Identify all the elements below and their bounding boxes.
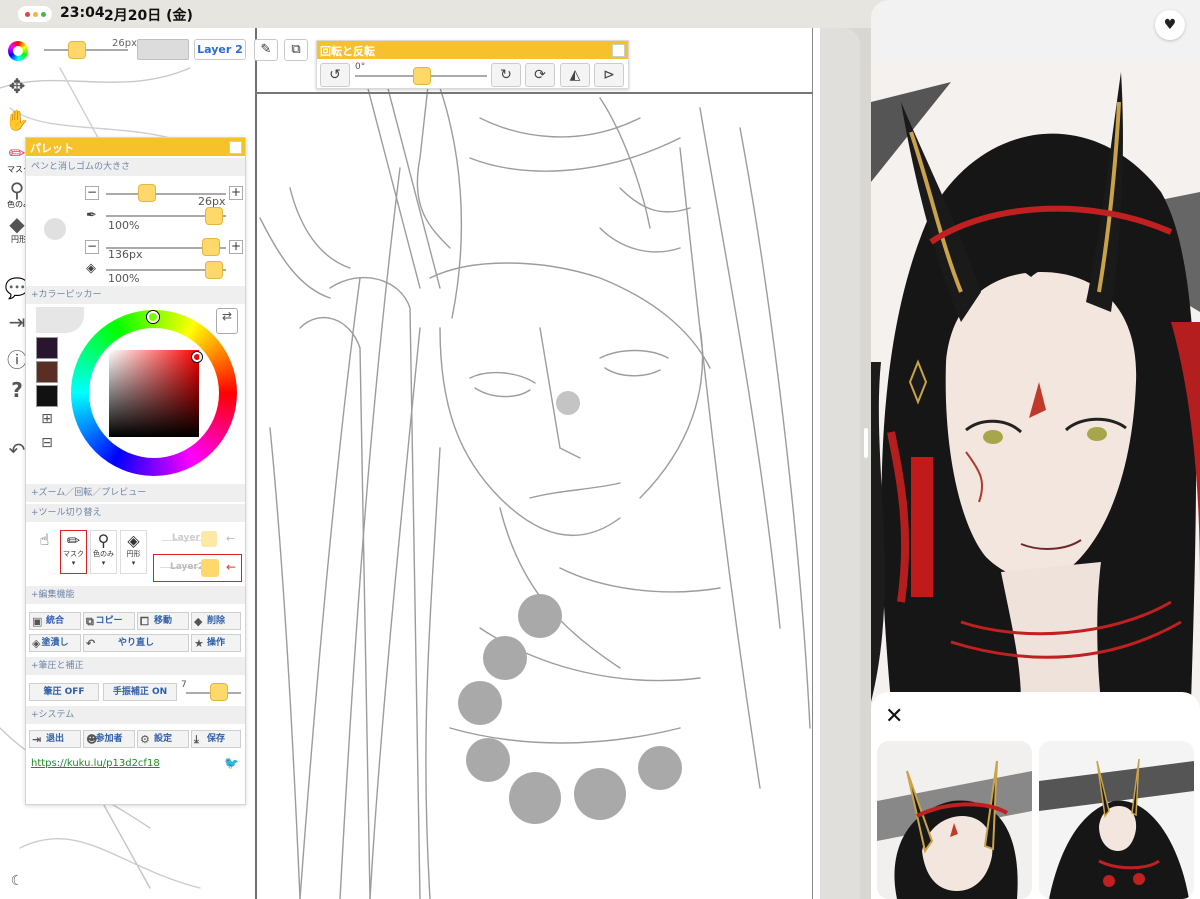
section-pen-eraser-size[interactable]: ペンと消しゴムの大きさ	[26, 158, 245, 176]
eraser-size-knob[interactable]	[202, 238, 220, 256]
pen-icon: ✒	[86, 208, 97, 223]
current-color-swatch[interactable]	[137, 39, 189, 60]
magic-wand-icon[interactable]: ✎	[254, 39, 278, 61]
move-button[interactable]: ⧠ 移動	[137, 612, 189, 630]
canvas-guide-line	[812, 28, 813, 899]
layer-button[interactable]: Layer 2	[194, 39, 246, 60]
hue-picker-handle[interactable]	[147, 311, 159, 323]
crop-icon[interactable]: ⧉	[284, 39, 308, 61]
add-swatch-icon[interactable]: ⊞	[36, 411, 58, 433]
save-button[interactable]: ⤓ 保存	[191, 730, 241, 748]
merge-button[interactable]: ▣ 統合	[29, 612, 81, 630]
participants-button[interactable]: ☻ 参加者	[83, 730, 135, 748]
section-pressure[interactable]: +筆圧と補正	[26, 657, 245, 675]
stabilizer-value: 7	[181, 680, 187, 690]
eraser-icon: ◈	[86, 261, 96, 276]
pen-opacity-value: 100%	[108, 219, 140, 232]
rotation-slider-knob[interactable]	[413, 67, 431, 85]
section-edit[interactable]: +編集機能	[26, 586, 245, 604]
eraser-size-plus-button[interactable]: +	[229, 240, 243, 254]
section-color-picker[interactable]: +カラーピッカー	[26, 286, 245, 304]
flip-vertical-icon[interactable]: ⊳	[594, 63, 624, 87]
layer2-arrow-icon[interactable]: ←	[226, 560, 236, 574]
stabilizer-toggle-button[interactable]: 手振補正 ON	[103, 683, 177, 701]
section-tool-switch[interactable]: +ツール切り替え	[26, 504, 245, 522]
related-image-1[interactable]	[877, 741, 1032, 899]
brush-size-slider-knob[interactable]	[68, 41, 86, 59]
multitask-menu-icon[interactable]	[18, 6, 52, 22]
delete-button[interactable]: ◆ 削除	[191, 612, 241, 630]
eraser-size-minus-button[interactable]: −	[85, 240, 99, 254]
panel-close-button[interactable]	[229, 141, 242, 154]
palette-title: パレット	[30, 142, 74, 155]
layer1-slot[interactable]: Layer1 ←	[156, 531, 242, 549]
canvas-guide-line	[255, 92, 813, 94]
twitter-icon[interactable]: 🐦	[224, 756, 239, 770]
redo-button[interactable]: ↶ やり直し	[83, 634, 189, 652]
pressure-toggle-button[interactable]: 筆圧 OFF	[29, 683, 99, 701]
brush-preview	[44, 218, 66, 240]
layer2-label: Layer2	[170, 562, 205, 572]
canvas-margin	[820, 28, 860, 899]
related-images-sheet: ✕	[871, 692, 1200, 899]
settings-button[interactable]: ⚙ 設定	[137, 730, 189, 748]
pen-size-minus-button[interactable]: −	[85, 186, 99, 200]
rotate-cw-icon[interactable]: ↻	[491, 63, 521, 87]
status-time: 23:04	[60, 5, 105, 21]
brush-size-slider[interactable]	[44, 49, 128, 51]
eraser-opacity-value: 100%	[108, 272, 140, 285]
layer1-knob[interactable]	[201, 531, 217, 547]
close-icon[interactable]: ✕	[885, 704, 903, 729]
moon-icon[interactable]: ☾	[4, 873, 30, 889]
canvas-guide-line	[255, 28, 257, 899]
operate-button[interactable]: ★ 操作	[191, 634, 241, 652]
swap-color-icon[interactable]: ⇄	[216, 308, 238, 334]
color-swatch-2[interactable]	[36, 361, 58, 383]
eraser-size-value: 136px	[108, 248, 143, 261]
eraser-tool-button[interactable]: ◈ 円形 ▾	[120, 530, 147, 574]
rotate-flip-panel: 回転と反転 ↺ 0° ↻ ⟳ ◭ ⊳	[316, 40, 629, 89]
hand-icon[interactable]: ✋	[4, 108, 30, 132]
pen-opacity-knob[interactable]	[205, 207, 223, 225]
chat-bubble-icon[interactable]: ♥	[1155, 10, 1185, 40]
color-wheel-icon[interactable]	[8, 41, 28, 61]
exit-button[interactable]: ⇥ 退出	[29, 730, 81, 748]
saturation-value-square[interactable]	[109, 350, 199, 437]
panel-title: 回転と反転	[320, 45, 375, 58]
fill-button[interactable]: ◈ 塗潰し	[29, 634, 81, 652]
stabilizer-knob[interactable]	[210, 683, 228, 701]
section-system[interactable]: +システム	[26, 706, 245, 724]
character-illustration[interactable]	[871, 62, 1200, 702]
layer1-arrow-icon[interactable]: ←	[226, 532, 235, 545]
layer2-slot[interactable]: Layer2 ←	[153, 554, 242, 582]
pen-tool-button[interactable]: ✏ マスク ▾	[60, 530, 87, 574]
current-color-preview	[36, 307, 84, 333]
section-zoom-rotate[interactable]: +ズーム／回転／プレビュー	[26, 484, 245, 502]
rotate-reset-icon[interactable]: ↺	[320, 63, 350, 87]
layer2-knob[interactable]	[201, 559, 219, 577]
eraser-opacity-knob[interactable]	[205, 261, 223, 279]
rotation-angle: 0°	[355, 62, 366, 72]
room-link[interactable]: https://kuku.lu/p13d2cf18	[31, 758, 160, 769]
brush-size-value: 26px	[112, 38, 137, 49]
image-viewer-pane: ✕	[871, 0, 1200, 899]
status-date: 2月20日 (金)	[104, 8, 193, 24]
flip-horizontal-icon[interactable]: ◭	[560, 63, 590, 87]
pen-size-knob[interactable]	[138, 184, 156, 202]
color-swatch-3[interactable]	[36, 385, 58, 407]
split-view-divider[interactable]	[864, 428, 868, 458]
move-icon[interactable]: ✥	[4, 74, 30, 98]
hand-tool-button[interactable]: ☝	[31, 530, 58, 574]
eyedropper-tool-button[interactable]: ⚲ 色のみ ▾	[90, 530, 117, 574]
panel-close-button[interactable]	[612, 44, 625, 57]
color-picker-handle[interactable]	[192, 352, 202, 362]
related-image-2[interactable]	[1039, 741, 1194, 899]
color-swatch-1[interactable]	[36, 337, 58, 359]
swatch-grid-icon[interactable]: ⊟	[36, 435, 58, 457]
copy-button[interactable]: ⧉ コピー	[83, 612, 135, 630]
rotate-step-icon[interactable]: ⟳	[525, 63, 555, 87]
palette-panel: パレット ペンと消しゴムの大きさ − + 26px ✒ 100% − + 136…	[25, 137, 246, 805]
pen-size-plus-button[interactable]: +	[229, 186, 243, 200]
